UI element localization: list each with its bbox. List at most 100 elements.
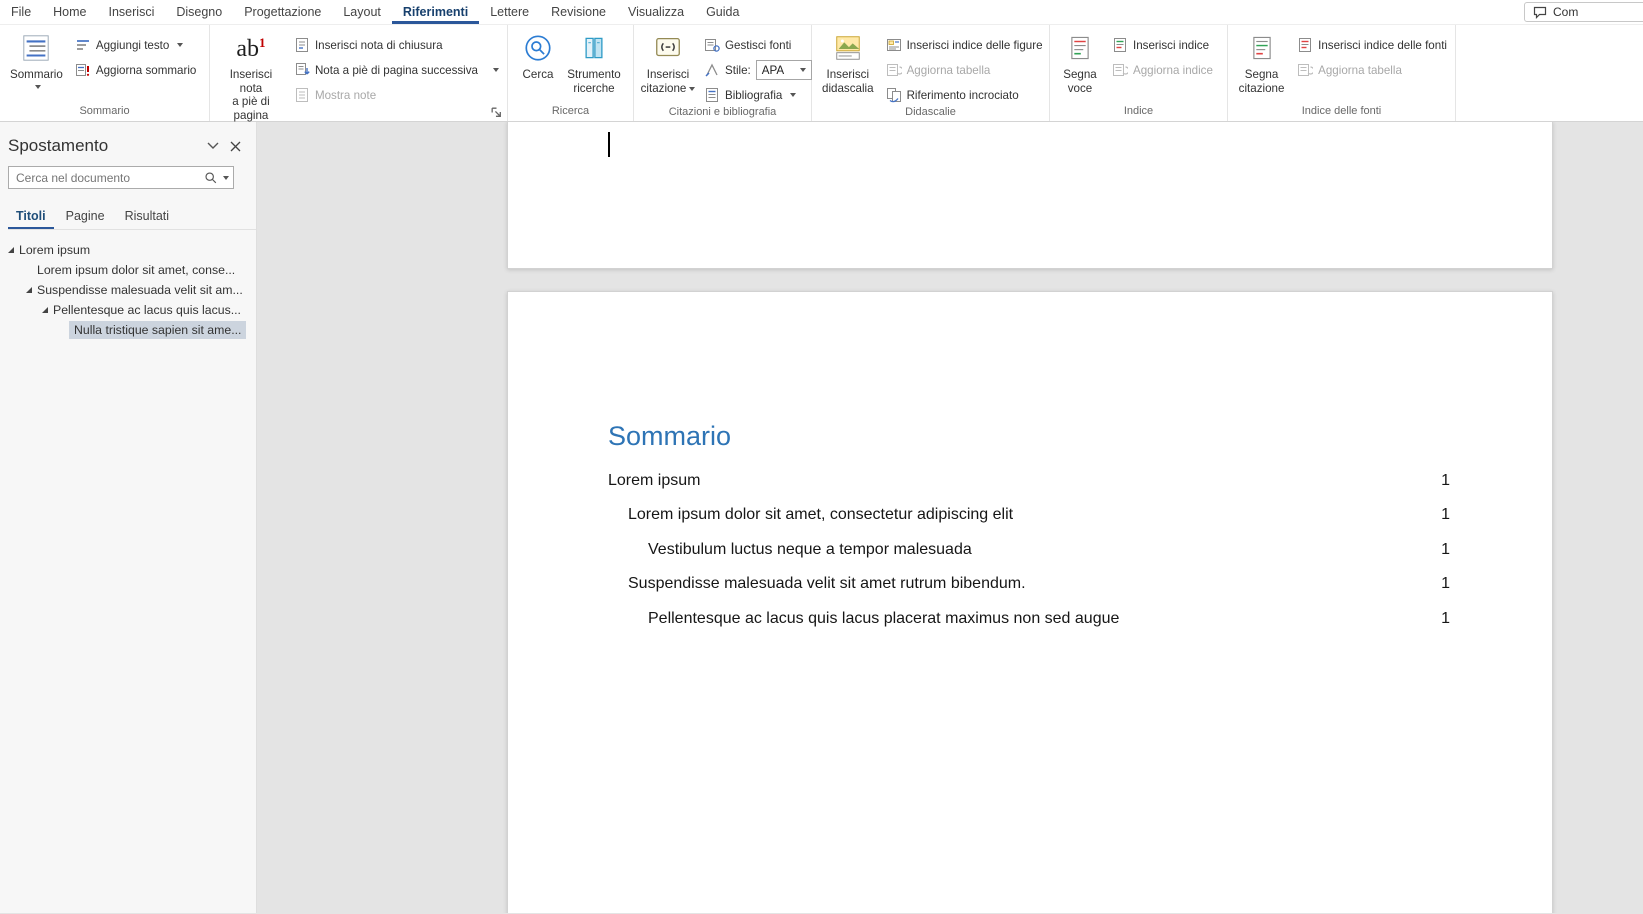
insert-endnote-button[interactable]: Inserisci nota di chiusura xyxy=(291,35,502,55)
navigation-tabs: Titoli Pagine Risultati xyxy=(8,205,256,230)
insert-table-of-authorities-button[interactable]: Inserisci indice delle fonti xyxy=(1294,35,1450,55)
toc-entry[interactable]: Pellentesque ac lacus quis lacus placera… xyxy=(608,602,1450,636)
style-icon xyxy=(704,62,720,78)
toc-entry[interactable]: Lorem ipsum dolor sit amet, consectetur … xyxy=(608,498,1450,532)
tab-lettere[interactable]: Lettere xyxy=(479,0,540,24)
tree-item-heading-2[interactable]: Lorem ipsum dolor sit amet, conse... xyxy=(0,260,256,280)
document-page-1[interactable] xyxy=(507,122,1553,269)
tab-visualizza[interactable]: Visualizza xyxy=(617,0,695,24)
insert-caption-button[interactable]: Inserisci didascalia xyxy=(819,28,877,95)
pane-options-chevron-icon[interactable] xyxy=(202,136,224,156)
group-title-citations: Citazioni e bibliografia xyxy=(634,105,811,121)
tree-item-heading-5-selected[interactable]: Nulla tristique sapien sit ame... xyxy=(0,320,256,340)
next-footnote-icon xyxy=(294,62,310,78)
collapse-triangle-icon[interactable] xyxy=(42,307,48,313)
tab-disegno[interactable]: Disegno xyxy=(165,0,233,24)
cross-reference-button[interactable]: Riferimento incrociato xyxy=(883,85,1046,105)
manage-sources-button[interactable]: Gestisci fonti xyxy=(701,35,815,55)
toc-entry-text: Lorem ipsum xyxy=(608,464,700,498)
ribbon-group-index: Segna voce Inserisci indice Aggiorna ind… xyxy=(1050,25,1228,121)
ribbon-group-citations: Inserisci citazione Gestisci fonti Stile… xyxy=(634,25,812,121)
toc-button[interactable]: Sommario xyxy=(7,28,66,89)
document-page-2[interactable]: Sommario Lorem ipsum 1 Lorem ipsum dolor… xyxy=(507,291,1553,913)
ribbon-group-sommario: Sommario Aggiungi testo Aggiorna sommari… xyxy=(0,25,210,121)
nav-tab-risultati[interactable]: Risultati xyxy=(117,205,177,229)
tab-home[interactable]: Home xyxy=(42,0,97,24)
tab-inserisci[interactable]: Inserisci xyxy=(98,0,166,24)
search-input[interactable] xyxy=(16,171,202,185)
search-button-label: Cerca xyxy=(523,68,554,82)
bibliography-label: Bibliografia xyxy=(725,89,782,102)
ribbon: Sommario Aggiungi testo Aggiorna sommari… xyxy=(0,25,1643,122)
insert-citation-label-2: citazione xyxy=(641,82,687,96)
tab-progettazione[interactable]: Progettazione xyxy=(233,0,332,24)
tab-guida[interactable]: Guida xyxy=(695,0,750,24)
researcher-label-2: ricerche xyxy=(573,82,614,96)
tree-item-heading-4[interactable]: Pellentesque ac lacus quis lacus... xyxy=(0,300,256,320)
toc-entry[interactable]: Lorem ipsum 1 xyxy=(608,464,1450,498)
search-icon[interactable] xyxy=(202,168,220,188)
mark-entry-label-2: voce xyxy=(1068,82,1093,96)
toc-entry-page: 1 xyxy=(1441,498,1450,532)
toc-icon xyxy=(21,31,51,65)
insert-endnote-icon xyxy=(294,37,310,53)
close-pane-icon[interactable] xyxy=(224,136,246,156)
document-search-box[interactable] xyxy=(8,166,234,189)
ribbon-group-captions: Inserisci didascalia Inserisci indice de… xyxy=(812,25,1050,121)
chevron-down-icon xyxy=(35,85,41,89)
search-circle-icon xyxy=(523,31,553,65)
table-of-figures-icon xyxy=(886,37,902,53)
mark-entry-button[interactable]: Segna voce xyxy=(1057,28,1103,95)
add-text-icon xyxy=(75,37,91,53)
insert-caption-label-1: Inserisci xyxy=(827,68,870,82)
next-footnote-button[interactable]: Nota a piè di pagina successiva xyxy=(291,60,502,80)
researcher-label-1: Strumento xyxy=(567,68,621,82)
insert-footnote-button[interactable]: ab1 Inserisci nota a piè di pagina xyxy=(217,28,285,123)
update-toc-button[interactable]: Aggiorna sommario xyxy=(72,60,200,80)
insert-table-of-figures-button[interactable]: Inserisci indice delle figure xyxy=(883,35,1046,55)
document-canvas[interactable]: Sommario Lorem ipsum 1 Lorem ipsum dolor… xyxy=(257,122,1643,913)
add-text-button[interactable]: Aggiungi testo xyxy=(72,35,200,55)
toc-entry-page: 1 xyxy=(1441,464,1450,498)
bibliography-button[interactable]: Bibliografia xyxy=(701,85,815,105)
toc-entry[interactable]: Suspendisse malesuada velit sit amet rut… xyxy=(608,567,1450,601)
dialog-launcher-icon[interactable] xyxy=(490,106,503,119)
mark-citation-button[interactable]: Segna citazione xyxy=(1235,28,1288,95)
show-notes-button: Mostra note xyxy=(291,85,502,105)
tree-item-heading-3[interactable]: Suspendisse malesuada velit sit am... xyxy=(0,280,256,300)
tab-file[interactable]: File xyxy=(0,0,42,24)
show-notes-label: Mostra note xyxy=(315,89,376,102)
insert-table-of-authorities-label: Inserisci indice delle fonti xyxy=(1318,39,1447,52)
insert-citation-button[interactable]: Inserisci citazione xyxy=(641,28,695,95)
collapse-triangle-icon[interactable] xyxy=(8,247,14,253)
toc-button-label: Sommario xyxy=(10,68,63,82)
table-of-authorities-icon xyxy=(1297,37,1313,53)
ribbon-group-footnotes: ab1 Inserisci nota a piè di pagina Inser… xyxy=(210,25,508,121)
collapse-triangle-icon[interactable] xyxy=(26,287,32,293)
comments-button[interactable]: Com xyxy=(1524,2,1643,22)
tree-item-heading-1[interactable]: Lorem ipsum xyxy=(0,240,256,260)
search-button[interactable]: Cerca xyxy=(515,28,561,82)
nav-tab-titoli[interactable]: Titoli xyxy=(8,205,54,229)
update-authorities-table-button: Aggiorna tabella xyxy=(1294,60,1450,80)
tab-riferimenti[interactable]: Riferimenti xyxy=(392,0,479,24)
insert-footnote-label-2: a piè di pagina xyxy=(220,95,282,122)
insert-index-label: Inserisci indice xyxy=(1133,39,1209,52)
toc-heading[interactable]: Sommario xyxy=(608,418,1450,454)
manage-sources-label: Gestisci fonti xyxy=(725,39,791,52)
next-footnote-label: Nota a piè di pagina successiva xyxy=(315,64,478,77)
text-cursor xyxy=(608,132,610,157)
insert-caption-label-2: didascalia xyxy=(822,82,874,96)
nav-tab-pagine[interactable]: Pagine xyxy=(58,205,113,229)
search-options-chevron-icon[interactable] xyxy=(223,176,229,180)
insert-index-button[interactable]: Inserisci indice xyxy=(1109,35,1216,55)
tab-revisione[interactable]: Revisione xyxy=(540,0,617,24)
citation-style-select[interactable]: APA xyxy=(756,60,812,80)
toc-entry[interactable]: Vestibulum luctus neque a tempor malesua… xyxy=(608,533,1450,567)
update-table-button: Aggiorna tabella xyxy=(883,60,1046,80)
update-toc-label: Aggiorna sommario xyxy=(96,64,197,77)
researcher-button[interactable]: Strumento ricerche xyxy=(561,28,627,95)
chevron-down-icon xyxy=(790,93,796,97)
toc-entry-page: 1 xyxy=(1441,602,1450,636)
tab-layout[interactable]: Layout xyxy=(332,0,392,24)
